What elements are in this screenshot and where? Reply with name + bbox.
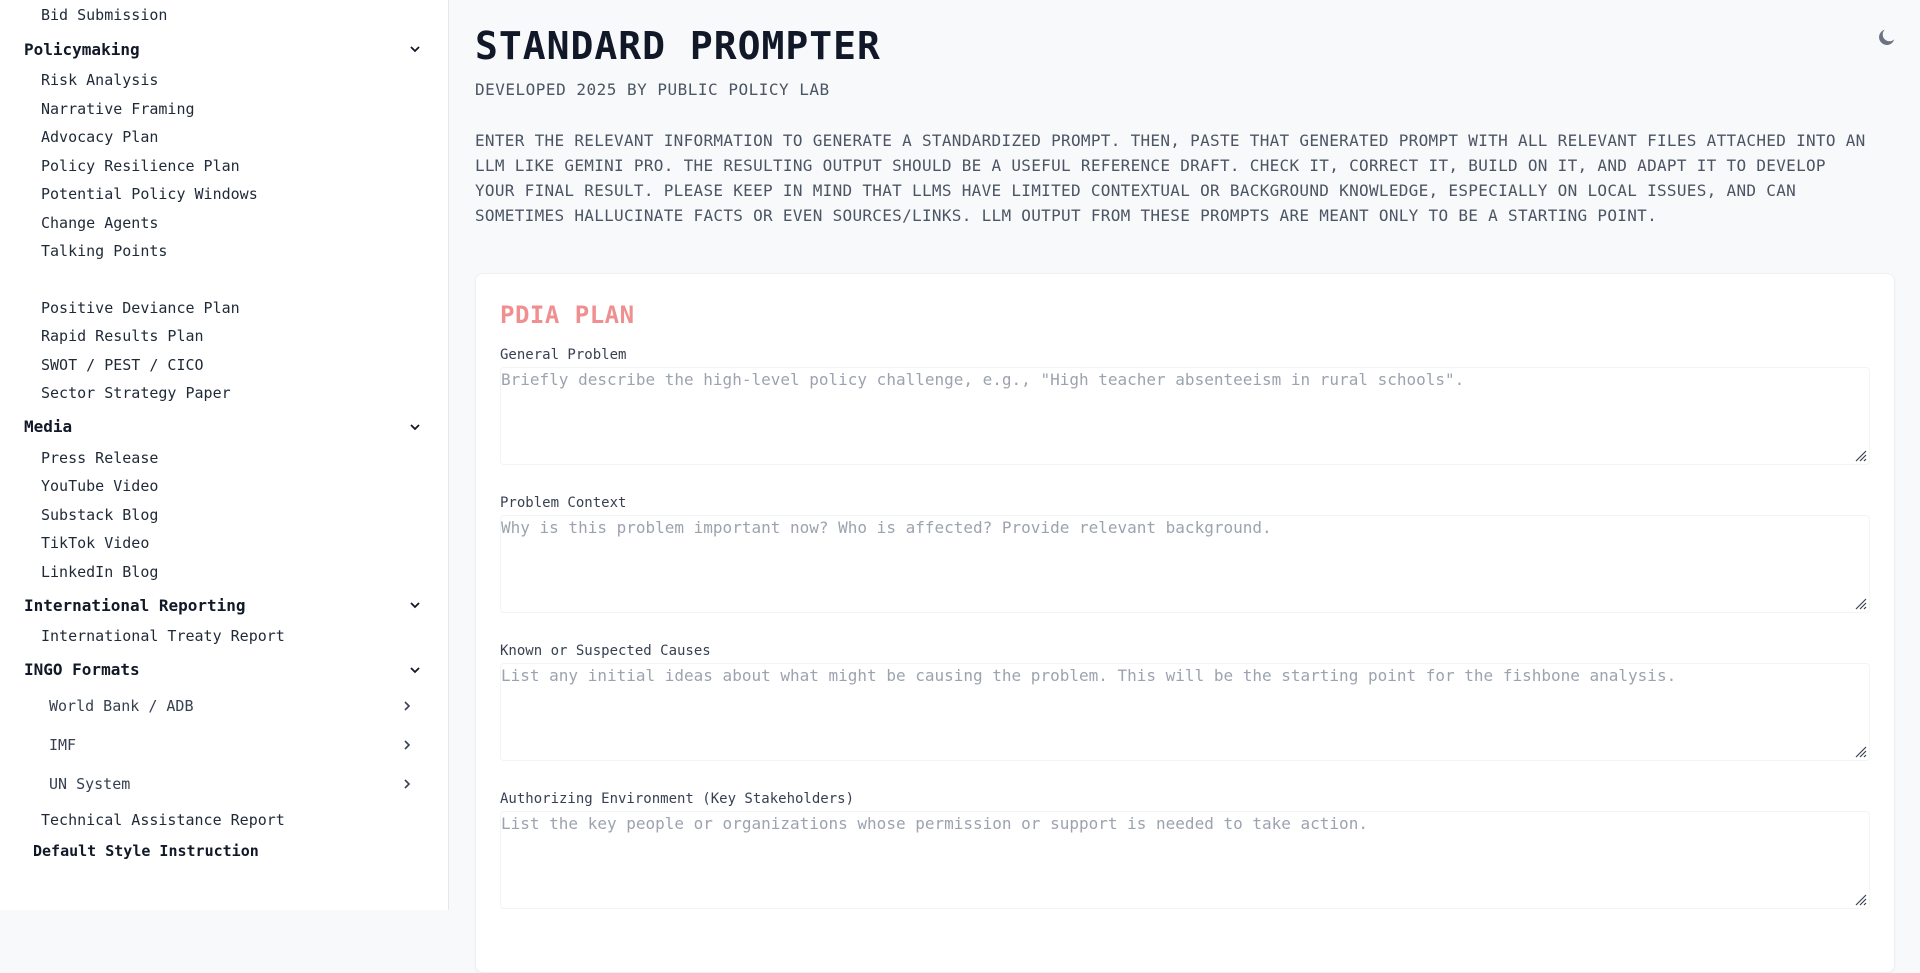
sidebar-section-title: International Reporting: [24, 595, 246, 615]
sidebar-item-advocacy-plan[interactable]: Advocacy Plan: [0, 123, 448, 152]
pdia-plan-card: PDIA PLAN General Problem Briefly descri…: [475, 273, 1895, 973]
sidebar-item-change-agents[interactable]: Change Agents: [0, 209, 448, 238]
sidebar-item-press-release[interactable]: Press Release: [0, 444, 448, 473]
chevron-right-icon: [404, 779, 411, 789]
sidebar-item-linkedin-blog[interactable]: LinkedIn Blog: [0, 558, 448, 587]
chevron-down-icon: [410, 602, 420, 609]
chevron-right-icon: [404, 701, 411, 711]
textarea-placeholder: List the key people or organizations who…: [501, 814, 1368, 833]
sidebar-item-substack-blog[interactable]: Substack Blog: [0, 501, 448, 530]
sidebar-item-swot-pest-cico[interactable]: SWOT / PEST / CICO: [0, 351, 448, 380]
sidebar: Bid Submission Policymaking Risk Analysi…: [0, 0, 449, 910]
resize-handle-icon[interactable]: [1853, 596, 1867, 610]
sidebar-section-title: INGO Formats: [24, 660, 140, 679]
sidebar-item-narrative-framing[interactable]: Narrative Framing: [0, 95, 448, 124]
authorizing-environment-textarea[interactable]: List the key people or organizations who…: [500, 811, 1870, 909]
sidebar-subgroup-imf[interactable]: IMF: [0, 726, 448, 765]
chevron-right-icon: [404, 740, 411, 750]
sidebar-item-sector-strategy-paper[interactable]: Sector Strategy Paper: [0, 379, 448, 408]
page-title: STANDARD PROMPTER: [475, 24, 881, 68]
sidebar-section-title: Policymaking: [24, 39, 140, 59]
chevron-down-icon: [410, 46, 420, 53]
intro-text: ENTER THE RELEVANT INFORMATION TO GENERA…: [475, 131, 1866, 225]
sidebar-default-style-instruction[interactable]: Default Style Instruction: [0, 834, 448, 868]
sidebar-subgroup-un-system[interactable]: UN System: [0, 765, 448, 804]
sidebar-subgroup-label: World Bank / ADB: [49, 697, 194, 715]
sidebar-subgroup-label: UN System: [49, 775, 131, 793]
chevron-down-icon: [410, 666, 420, 673]
sidebar-item-talking-points[interactable]: Talking Points: [0, 237, 448, 266]
sidebar-item-positive-deviance-plan[interactable]: Positive Deviance Plan: [0, 294, 448, 323]
textarea-placeholder: Briefly describe the high-level policy c…: [501, 370, 1465, 389]
field-label: Known or Suspected Causes: [500, 643, 711, 659]
resize-handle-icon[interactable]: [1853, 892, 1867, 906]
sidebar-item-risk-analysis[interactable]: Risk Analysis: [0, 66, 448, 95]
field-label: General Problem: [500, 347, 627, 363]
sidebar-item-tiktok-video[interactable]: TikTok Video: [0, 529, 448, 558]
sidebar-section-title: Media: [24, 417, 73, 436]
sidebar-item-youtube-video[interactable]: YouTube Video: [0, 472, 448, 501]
sidebar-section-ingo-formats[interactable]: INGO Formats: [0, 653, 448, 687]
textarea-placeholder: Why is this problem important now? Who i…: [501, 518, 1272, 537]
sidebar-item-rapid-results-plan[interactable]: Rapid Results Plan: [0, 322, 448, 351]
sidebar-subgroup-label: IMF: [49, 736, 77, 754]
field-problem-context: Problem Context Why is this problem impo…: [500, 493, 1870, 613]
sidebar-item-international-treaty-report[interactable]: International Treaty Report: [0, 622, 448, 651]
general-problem-textarea[interactable]: Briefly describe the high-level policy c…: [500, 367, 1870, 465]
sidebar-item-policy-resilience-plan[interactable]: Policy Resilience Plan: [0, 152, 448, 181]
moon-icon[interactable]: [1876, 26, 1898, 48]
field-label: Problem Context: [500, 495, 627, 511]
sidebar-section-international-reporting[interactable]: International Reporting: [0, 588, 448, 622]
form-title: PDIA PLAN: [500, 301, 635, 329]
field-authorizing-environment: Authorizing Environment (Key Stakeholder…: [500, 789, 1870, 909]
sidebar-section-policymaking[interactable]: Policymaking: [0, 32, 448, 66]
sidebar-item-bid-submission[interactable]: Bid Submission: [0, 0, 448, 30]
field-known-causes: Known or Suspected Causes List any initi…: [500, 641, 1870, 761]
resize-handle-icon[interactable]: [1853, 744, 1867, 758]
sidebar-item-technical-assistance-report[interactable]: Technical Assistance Report: [0, 806, 448, 835]
sidebar-subgroup-world-bank-adb[interactable]: World Bank / ADB: [0, 687, 448, 726]
field-label: Authorizing Environment (Key Stakeholder…: [500, 791, 855, 807]
chevron-down-icon: [410, 423, 420, 430]
textarea-placeholder: List any initial ideas about what might …: [501, 666, 1677, 685]
field-general-problem: General Problem Briefly describe the hig…: [500, 345, 1870, 465]
known-causes-textarea[interactable]: List any initial ideas about what might …: [500, 663, 1870, 761]
resize-handle-icon[interactable]: [1853, 448, 1867, 462]
problem-context-textarea[interactable]: Why is this problem important now? Who i…: [500, 515, 1870, 613]
sidebar-section-media[interactable]: Media: [0, 410, 448, 444]
page-subtitle: DEVELOPED 2025 BY PUBLIC POLICY LAB: [475, 80, 830, 99]
sidebar-item-potential-policy-windows[interactable]: Potential Policy Windows: [0, 180, 448, 209]
